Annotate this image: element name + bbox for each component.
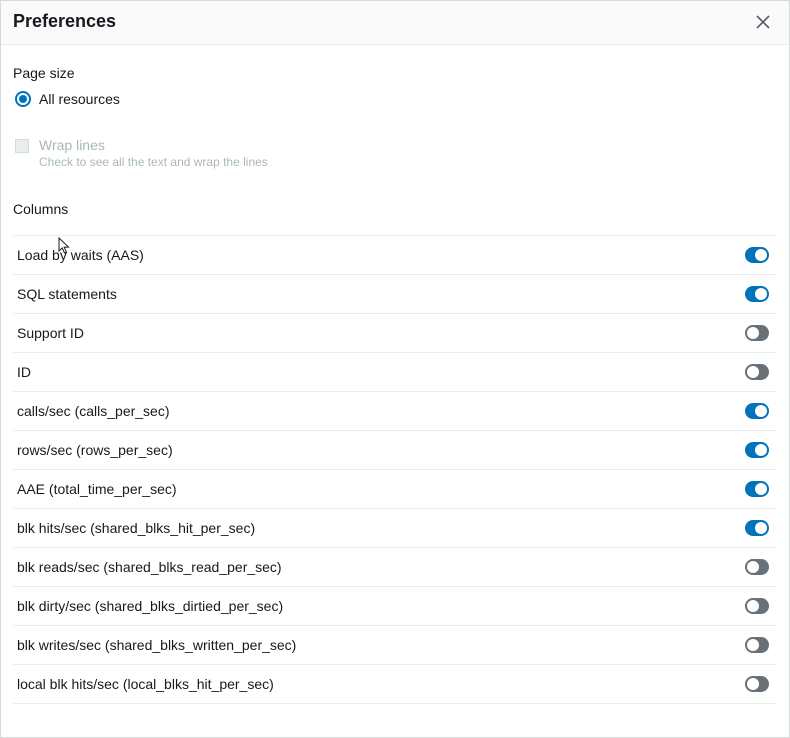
column-label: calls/sec (calls_per_sec) — [17, 403, 170, 419]
toggle-knob-icon — [755, 444, 767, 456]
column-row: rows/sec (rows_per_sec) — [13, 431, 777, 470]
column-toggle[interactable] — [745, 520, 769, 536]
wrap-lines-label: Wrap lines — [39, 137, 268, 153]
toggle-knob-icon — [747, 678, 759, 690]
close-icon — [756, 15, 770, 29]
column-row: blk writes/sec (shared_blks_written_per_… — [13, 626, 777, 665]
checkbox-icon — [15, 139, 29, 153]
column-label: Support ID — [17, 325, 84, 341]
column-toggle[interactable] — [745, 364, 769, 380]
column-toggle[interactable] — [745, 676, 769, 692]
column-row: blk dirty/sec (shared_blks_dirtied_per_s… — [13, 587, 777, 626]
column-label: local blk hits/sec (local_blks_hit_per_s… — [17, 676, 274, 692]
column-row: SQL statements — [13, 275, 777, 314]
columns-list: Load by waits (AAS) SQL statements Support… — [13, 235, 777, 704]
column-row: blk hits/sec (shared_blks_hit_per_sec) — [13, 509, 777, 548]
column-toggle[interactable] — [745, 247, 769, 263]
toggle-knob-icon — [755, 249, 767, 261]
column-label: blk dirty/sec (shared_blks_dirtied_per_s… — [17, 598, 283, 614]
column-toggle[interactable] — [745, 403, 769, 419]
column-row: Load by waits (AAS) — [13, 236, 777, 275]
modal-header: Preferences — [1, 1, 789, 45]
column-row: calls/sec (calls_per_sec) — [13, 392, 777, 431]
page-size-option-all[interactable]: All resources — [13, 89, 777, 111]
page-size-label: Page size — [13, 65, 777, 81]
toggle-knob-icon — [755, 288, 767, 300]
column-toggle[interactable] — [745, 598, 769, 614]
column-toggle[interactable] — [745, 559, 769, 575]
column-row: Support ID — [13, 314, 777, 353]
wrap-lines-option[interactable]: Wrap lines Check to see all the text and… — [13, 137, 777, 169]
column-toggle[interactable] — [745, 286, 769, 302]
toggle-knob-icon — [747, 600, 759, 612]
toggle-knob-icon — [755, 522, 767, 534]
column-toggle[interactable] — [745, 637, 769, 653]
wrap-lines-description: Check to see all the text and wrap the l… — [39, 155, 268, 169]
column-row: local blk hits/sec (local_blks_hit_per_s… — [13, 665, 777, 704]
modal-title: Preferences — [13, 11, 116, 32]
toggle-knob-icon — [747, 366, 759, 378]
column-row: AAE (total_time_per_sec) — [13, 470, 777, 509]
column-label: rows/sec (rows_per_sec) — [17, 442, 173, 458]
column-label: SQL statements — [17, 286, 117, 302]
column-toggle[interactable] — [745, 442, 769, 458]
column-label: AAE (total_time_per_sec) — [17, 481, 177, 497]
radio-icon — [15, 91, 31, 107]
toggle-knob-icon — [755, 483, 767, 495]
column-label: blk writes/sec (shared_blks_written_per_… — [17, 637, 296, 653]
toggle-knob-icon — [747, 561, 759, 573]
modal-body: Page size All resources Wrap lines Check… — [1, 45, 789, 704]
column-label: Load by waits (AAS) — [17, 247, 144, 263]
toggle-knob-icon — [747, 639, 759, 651]
page-size-option-label: All resources — [39, 91, 120, 107]
column-label: ID — [17, 364, 31, 380]
column-label: blk reads/sec (shared_blks_read_per_sec) — [17, 559, 282, 575]
columns-heading: Columns — [13, 201, 777, 217]
column-toggle[interactable] — [745, 481, 769, 497]
toggle-knob-icon — [755, 405, 767, 417]
close-button[interactable] — [753, 12, 773, 32]
column-toggle[interactable] — [745, 325, 769, 341]
column-row: blk reads/sec (shared_blks_read_per_sec) — [13, 548, 777, 587]
column-label: blk hits/sec (shared_blks_hit_per_sec) — [17, 520, 255, 536]
toggle-knob-icon — [747, 327, 759, 339]
column-row: ID — [13, 353, 777, 392]
